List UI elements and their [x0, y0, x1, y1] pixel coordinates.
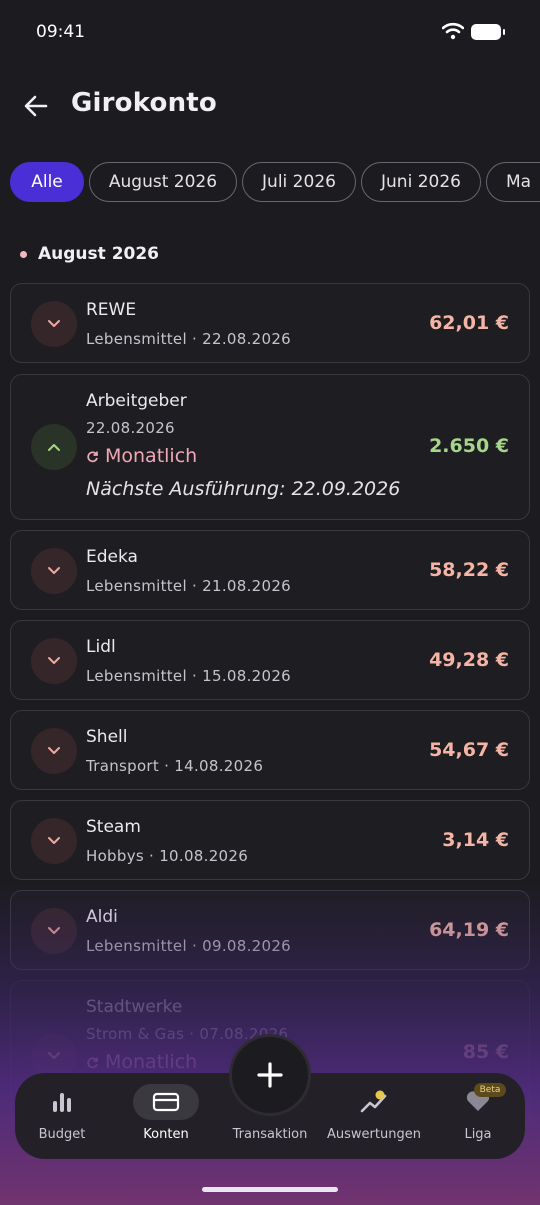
nav-label: Transaktion	[232, 1127, 308, 1142]
transaction-name: Lidl	[86, 637, 116, 657]
transaction-card[interactable]: Edeka Lebensmittel · 21.08.2026 58,22 €	[10, 530, 530, 610]
add-transaction-button[interactable]	[229, 1034, 311, 1116]
transaction-meta: Hobbys · 10.08.2026	[86, 847, 249, 865]
chevron-down-icon	[48, 657, 60, 664]
transaction-card[interactable]: Aldi Lebensmittel · 09.08.2026 64,19 €	[10, 890, 530, 970]
filter-chip-all[interactable]: Alle	[10, 162, 84, 202]
bar-chart-icon	[50, 1087, 74, 1117]
chevron-down-icon	[48, 837, 60, 844]
transaction-meta: Lebensmittel · 21.08.2026	[86, 577, 292, 595]
chevron-down-icon	[48, 927, 60, 934]
month-filter-chips: Alle August 2026 Juli 2026 Juni 2026 Ma	[0, 162, 540, 204]
transaction-meta: Lebensmittel · 15.08.2026	[86, 667, 292, 685]
chevron-down-icon	[48, 567, 60, 574]
wifi-icon	[442, 22, 464, 40]
collapse-toggle-button[interactable]	[31, 424, 77, 470]
transaction-amount: 3,14 €	[442, 829, 509, 851]
transaction-name: Aldi	[86, 907, 118, 927]
repeat-icon	[87, 451, 98, 462]
transaction-name: Stadtwerke	[86, 997, 183, 1017]
filter-chip-june-2026[interactable]: Juni 2026	[361, 162, 481, 202]
back-arrow-icon[interactable]	[20, 90, 52, 122]
nav-item-auswertungen[interactable]: Auswertungen	[323, 1073, 425, 1159]
transaction-amount: 49,28 €	[429, 649, 509, 671]
recurrence-label: Monatlich	[86, 445, 197, 467]
transaction-meta: 22.08.2026	[86, 419, 175, 437]
transaction-card[interactable]: Steam Hobbys · 10.08.2026 3,14 €	[10, 800, 530, 880]
recurrence-text: Monatlich	[105, 445, 198, 467]
transaction-amount: 64,19 €	[429, 919, 509, 941]
transaction-name: Edeka	[86, 547, 138, 567]
transaction-meta: Lebensmittel · 09.08.2026	[86, 937, 292, 955]
expand-toggle-button[interactable]	[31, 908, 77, 954]
transaction-amount: 62,01 €	[429, 312, 509, 334]
chevron-down-icon	[48, 1052, 60, 1059]
expand-toggle-button[interactable]	[31, 818, 77, 864]
transaction-card-expanded[interactable]: Arbeitgeber 22.08.2026 Monatlich Nächste…	[10, 374, 530, 520]
recurrence-text: Monatlich	[105, 1051, 198, 1073]
section-header: August 2026	[20, 244, 159, 264]
nav-item-konten[interactable]: Konten	[118, 1073, 214, 1159]
chevron-down-icon	[48, 747, 60, 754]
transaction-amount: 2.650 €	[429, 435, 509, 457]
trend-icon	[359, 1087, 389, 1117]
beta-badge: Beta	[474, 1083, 506, 1097]
transaction-card[interactable]: Shell Transport · 14.08.2026 54,67 €	[10, 710, 530, 790]
expand-toggle-button[interactable]	[31, 728, 77, 774]
filter-chip-july-2026[interactable]: Juli 2026	[242, 162, 356, 202]
expand-toggle-button[interactable]	[31, 638, 77, 684]
transaction-card[interactable]: Lidl Lebensmittel · 15.08.2026 49,28 €	[10, 620, 530, 700]
status-time: 09:41	[36, 22, 85, 42]
chevron-down-icon	[48, 320, 60, 327]
home-indicator	[202, 1187, 338, 1192]
transaction-meta: Lebensmittel · 22.08.2026	[86, 330, 292, 348]
transaction-meta: Transport · 14.08.2026	[86, 757, 264, 775]
repeat-icon	[87, 1057, 98, 1068]
section-dot	[20, 250, 27, 258]
transaction-name: Arbeitgeber	[86, 391, 187, 411]
transaction-name: Steam	[86, 817, 141, 837]
chevron-up-icon	[48, 444, 60, 451]
page-title: Girokonto	[71, 88, 217, 118]
expand-toggle-button[interactable]	[31, 301, 77, 347]
next-execution-text: Nächste Ausführung: 22.09.2026	[86, 478, 401, 500]
transaction-card[interactable]: REWE Lebensmittel · 22.08.2026 62,01 €	[10, 283, 530, 363]
filter-chip-may-2026[interactable]: Ma	[486, 162, 540, 202]
expand-toggle-button[interactable]	[31, 548, 77, 594]
filter-chip-august-2026[interactable]: August 2026	[89, 162, 237, 202]
transaction-name: REWE	[86, 300, 137, 320]
card-icon	[133, 1084, 199, 1120]
transaction-amount: 85 €	[462, 1041, 509, 1063]
battery-icon	[471, 24, 505, 40]
section-label: August 2026	[38, 244, 160, 264]
recurrence-label: Monatlich	[86, 1051, 197, 1073]
nav-label: Konten	[143, 1127, 189, 1142]
nav-label: Liga	[464, 1127, 492, 1142]
transaction-amount: 58,22 €	[429, 559, 509, 581]
transaction-name: Shell	[86, 727, 128, 747]
nav-label: Auswertungen	[327, 1127, 421, 1142]
app-bar: Girokonto	[0, 72, 540, 140]
plus-icon	[257, 1062, 283, 1088]
nav-label: Budget	[38, 1127, 86, 1142]
status-bar: 09:41	[0, 0, 540, 64]
transaction-amount: 54,67 €	[429, 739, 509, 761]
nav-item-budget[interactable]: Budget	[15, 1073, 109, 1159]
